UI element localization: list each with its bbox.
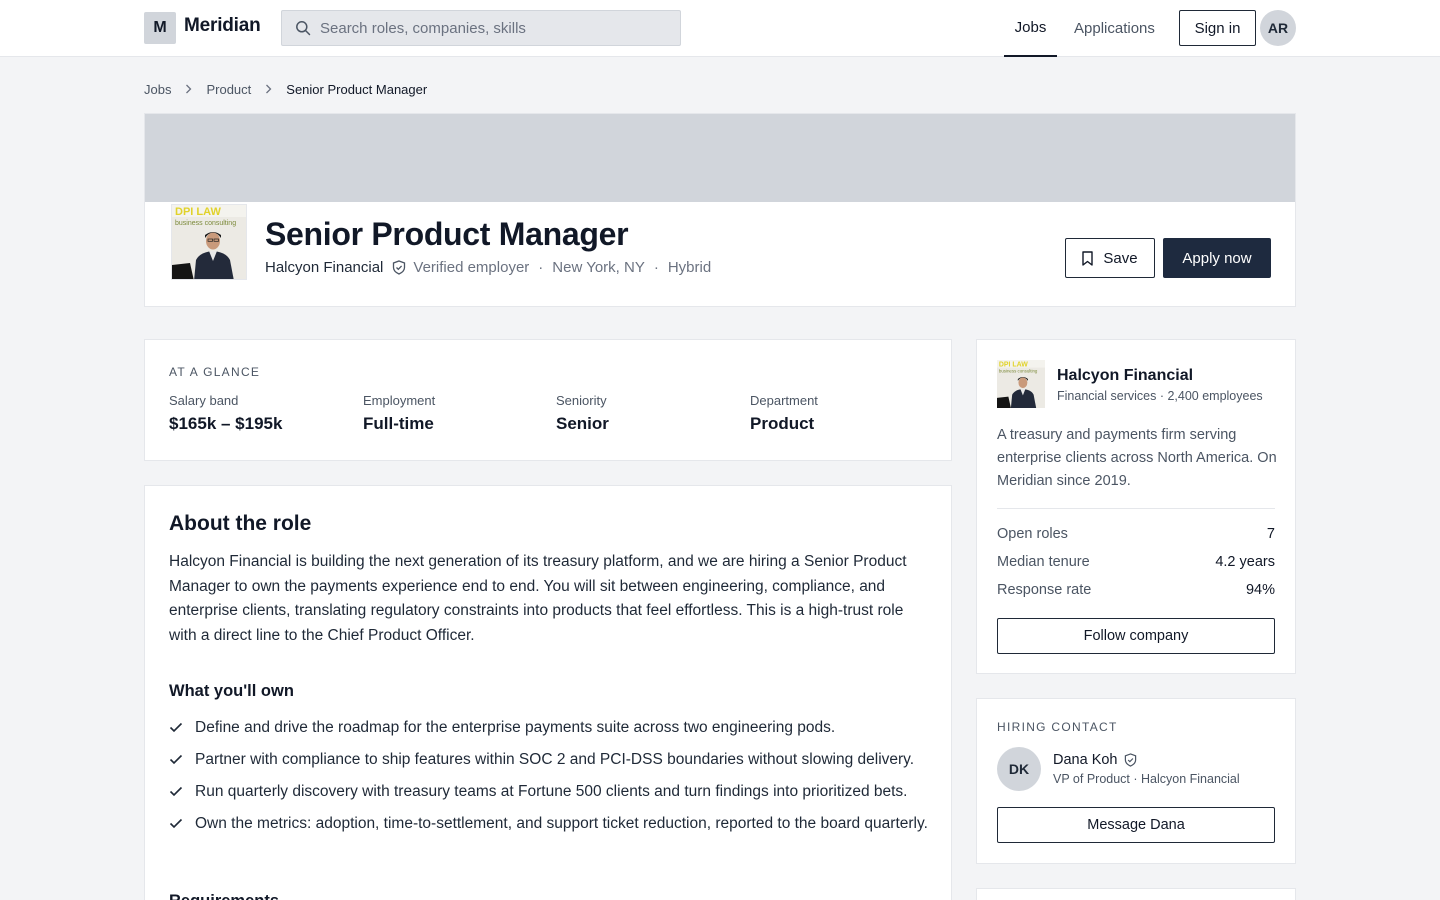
contact-heading: Hiring contact <box>997 720 1118 734</box>
contact-avatar[interactable]: DK <box>997 747 1041 791</box>
stat-label: Open roles <box>997 526 1068 542</box>
search-icon <box>296 21 311 36</box>
glance-seniority: Seniority Senior <box>556 393 609 434</box>
save-job-button[interactable]: Save <box>1065 238 1155 278</box>
requirements-heading: Requirements <box>169 892 279 900</box>
company-logo-image: DPI LAW business consulting <box>997 360 1045 408</box>
job-title: Senior Product Manager <box>265 216 629 252</box>
job-location: New York, NY <box>552 259 645 276</box>
company-logo[interactable]: DPI LAW business consulting <box>171 204 247 280</box>
svg-text:business consulting: business consulting <box>175 220 236 227</box>
own-heading: What you'll own <box>169 682 294 700</box>
verified-shield-icon <box>1124 753 1137 767</box>
next-sidebar-card <box>976 888 1296 900</box>
glance-value: $165k – $195k <box>169 414 283 433</box>
stat-value: 7 <box>1266 526 1275 542</box>
brand-name[interactable]: Meridian <box>184 15 261 37</box>
about-role-card: About the role Halcyon Financial is buil… <box>144 485 952 900</box>
glance-salary: Salary band $165k – $195k <box>169 393 282 434</box>
hiring-contact-card: Hiring contact DK Dana Koh VP of Product… <box>976 698 1296 864</box>
contact-name-row: Dana Koh <box>1053 752 1137 768</box>
stat-open-roles: Open roles 7 <box>997 526 1275 542</box>
list-item: Define and drive the roadmap for the ent… <box>169 716 929 741</box>
glance-label: Employment <box>363 393 436 408</box>
company-banner <box>145 114 1295 202</box>
check-icon <box>169 716 195 741</box>
own-list: Define and drive the roadmap for the ent… <box>169 716 929 844</box>
list-item-text: Define and drive the roadmap for the ent… <box>195 719 836 736</box>
glance-department: Department Product <box>750 393 818 434</box>
verified-shield-icon <box>392 260 406 275</box>
company-name[interactable]: Halcyon Financial <box>1057 367 1193 385</box>
breadcrumb-product[interactable]: Product <box>206 82 251 97</box>
apply-now-button[interactable]: Apply now <box>1163 238 1271 278</box>
nav-link-applications[interactable]: Applications <box>1074 0 1155 57</box>
search-input[interactable] <box>320 19 660 37</box>
contact-name[interactable]: Dana Koh <box>1053 752 1118 768</box>
breadcrumb-jobs[interactable]: Jobs <box>144 82 171 97</box>
separator-dot: · <box>538 259 544 276</box>
company-description: A treasury and payments firm serving ent… <box>997 427 1277 489</box>
glance-employment: Employment Full-time <box>363 393 435 434</box>
company-card: DPI LAW business consulting Halcyon Fina… <box>976 339 1296 674</box>
company-subtitle: Financial services · 2,400 employees <box>1057 389 1263 403</box>
glance-label: Department <box>750 393 818 408</box>
chevron-right-icon <box>265 84 272 94</box>
stat-value: 4.2 years <box>1215 554 1275 570</box>
svg-text:business consulting: business consulting <box>999 369 1038 374</box>
search-box[interactable] <box>281 10 681 46</box>
glance-value: Senior <box>556 414 609 433</box>
job-header-card: DPI LAW business consulting Senior Produ… <box>144 113 1296 307</box>
about-heading: About the role <box>169 512 312 535</box>
glance-heading: At a glance <box>169 365 261 379</box>
company-logo-image: DPI LAW business consulting <box>172 205 246 279</box>
list-item: Partner with compliance to ship features… <box>169 748 929 773</box>
save-label: Save <box>1103 249 1138 267</box>
stat-median-tenure: Median tenure 4.2 years <box>997 554 1275 570</box>
company-card-logo[interactable]: DPI LAW business consulting <box>997 360 1045 408</box>
list-item-text: Partner with compliance to ship features… <box>195 751 915 768</box>
separator-dot: · <box>653 259 659 276</box>
sign-in-button[interactable]: Sign in <box>1179 10 1256 46</box>
contact-role: VP of Product · Halcyon Financial <box>1053 772 1240 786</box>
about-paragraph: Halcyon Financial is building the next g… <box>169 553 907 644</box>
job-work-mode: Hybrid <box>667 259 712 276</box>
stat-response-rate: Response rate 94% <box>997 582 1275 598</box>
brand-logo-mark[interactable]: M <box>144 12 176 44</box>
job-meta: Halcyon Financial Verified employer · Ne… <box>265 259 711 276</box>
message-contact-button[interactable]: Message Dana <box>997 807 1275 843</box>
check-icon <box>169 748 195 773</box>
glance-value: Full-time <box>363 414 434 433</box>
follow-company-button[interactable]: Follow company <box>997 618 1275 654</box>
user-avatar[interactable]: AR <box>1260 10 1296 46</box>
svg-text:DPI LAW: DPI LAW <box>175 206 221 218</box>
check-icon <box>169 780 195 805</box>
verified-label: Verified employer <box>413 259 530 276</box>
chevron-right-icon <box>185 84 192 94</box>
list-item-text: Own the metrics: adoption, time-to-settl… <box>195 815 928 832</box>
top-nav: M Meridian Jobs Applications Sign in AR <box>0 0 1440 57</box>
stat-label: Response rate <box>997 582 1092 598</box>
stat-label: Median tenure <box>997 554 1090 570</box>
nav-link-jobs[interactable]: Jobs <box>1004 0 1057 57</box>
glance-value: Product <box>750 414 815 433</box>
bookmark-icon <box>1082 250 1094 266</box>
at-a-glance-card: At a glance Salary band $165k – $195k Em… <box>144 339 952 461</box>
company-link[interactable]: Halcyon Financial <box>265 259 383 276</box>
divider <box>997 508 1275 509</box>
list-item-text: Run quarterly discovery with treasury te… <box>195 783 908 800</box>
stat-value: 94% <box>1245 582 1275 598</box>
svg-text:DPI LAW: DPI LAW <box>999 361 1028 368</box>
breadcrumb: Jobs Product Senior Product Manager <box>144 80 427 98</box>
list-item: Own the metrics: adoption, time-to-settl… <box>169 812 929 837</box>
glance-label: Salary band <box>169 393 239 408</box>
glance-label: Seniority <box>556 393 607 408</box>
check-icon <box>169 812 195 837</box>
list-item: Run quarterly discovery with treasury te… <box>169 780 929 805</box>
breadcrumb-current: Senior Product Manager <box>286 81 428 97</box>
